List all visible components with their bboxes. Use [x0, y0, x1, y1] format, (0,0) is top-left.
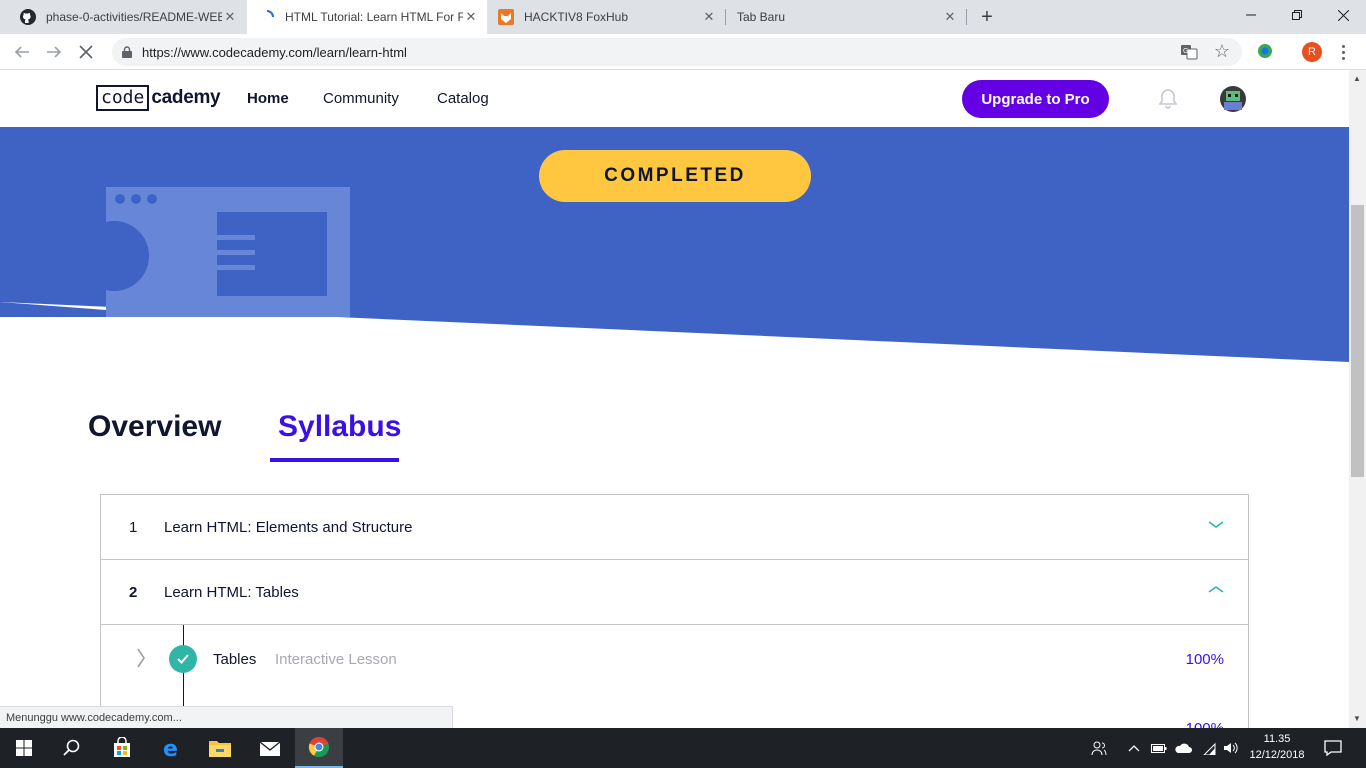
browser-tab-codecademy[interactable]: HTML Tutorial: Learn HTML For F ✕ — [247, 0, 487, 34]
window-close-button[interactable] — [1320, 0, 1366, 30]
github-icon — [20, 9, 36, 25]
tab-title: HACKTIV8 FoxHub — [524, 10, 629, 24]
chevron-up-icon[interactable] — [1126, 739, 1142, 757]
close-icon[interactable]: ✕ — [701, 9, 717, 25]
restore-button[interactable] — [1274, 0, 1320, 30]
taskbar-mail[interactable] — [246, 728, 294, 768]
tab-syllabus[interactable]: Syllabus — [278, 410, 401, 444]
chevron-down-icon[interactable] — [1207, 517, 1225, 531]
scrollbar-thumb[interactable] — [1351, 205, 1364, 477]
browser-tab-new[interactable]: Tab Baru ✕ — [726, 0, 966, 34]
volume-icon[interactable] — [1222, 739, 1240, 757]
taskbar-edge[interactable]: e — [148, 728, 196, 768]
search-button[interactable] — [48, 728, 96, 768]
unit-number: 2 — [129, 584, 138, 601]
logo-text: cademy — [151, 87, 221, 108]
close-icon[interactable]: ✕ — [942, 9, 958, 25]
logo-boxed-text: code — [96, 85, 150, 111]
tab-overview[interactable]: Overview — [88, 410, 221, 444]
folder-icon — [209, 741, 231, 757]
unit-title: Learn HTML: Elements and Structure — [164, 519, 413, 536]
wifi-icon[interactable] — [1199, 739, 1217, 757]
tab-separator — [966, 9, 967, 25]
fox-icon — [498, 9, 514, 25]
url-text[interactable]: https://www.codecademy.com/learn/learn-h… — [142, 45, 407, 60]
browser-tab-strip: phase-0-activities/README-WEE ✕ HTML Tut… — [0, 0, 1366, 34]
lock-icon[interactable] — [122, 45, 132, 58]
minimize-button[interactable] — [1228, 0, 1274, 30]
edge-browser-icon: e — [163, 737, 178, 759]
battery-icon[interactable] — [1150, 739, 1168, 757]
chevron-right-icon[interactable] — [135, 647, 147, 669]
stop-loading-button[interactable] — [74, 40, 98, 64]
search-icon — [63, 739, 80, 756]
browser-toolbar: https://www.codecademy.com/learn/learn-h… — [0, 34, 1366, 70]
unit-number: 1 — [129, 519, 138, 536]
unit-row[interactable]: 2 Learn HTML: Tables — [101, 560, 1248, 625]
notification-bell-icon[interactable] — [1158, 88, 1178, 110]
start-button[interactable] — [0, 728, 48, 768]
people-icon[interactable] — [1090, 739, 1108, 757]
scroll-up-arrow-icon[interactable]: ▲ — [1353, 74, 1361, 83]
course-completed-badge[interactable]: COMPLETED — [539, 150, 811, 202]
tab-title: phase-0-activities/README-WEE — [46, 10, 222, 24]
svg-text:e: e — [163, 737, 178, 759]
onedrive-cloud-icon[interactable] — [1173, 739, 1193, 757]
unit-title: Learn HTML: Tables — [164, 584, 299, 601]
browser-menu-icon[interactable] — [1336, 40, 1350, 64]
clock-date: 12/12/2018 — [1249, 749, 1305, 761]
store-icon — [114, 737, 130, 757]
lesson-progress: 100% — [1185, 651, 1224, 668]
page-scrollbar[interactable]: ▲ ▼ — [1349, 70, 1366, 728]
loading-spinner-icon — [259, 9, 275, 25]
close-icon[interactable]: ✕ — [463, 9, 479, 25]
clock-time: 11.35 — [1263, 733, 1291, 745]
lesson-type: Interactive Lesson — [275, 651, 397, 668]
lesson-title[interactable]: Tables — [213, 651, 256, 668]
lesson-progress: 100% — [1186, 720, 1224, 728]
chevron-up-icon[interactable] — [1207, 582, 1225, 596]
lesson-row[interactable]: Tables Interactive Lesson 100% — [101, 625, 1248, 695]
codecademy-logo[interactable]: code cademy — [96, 85, 221, 111]
nav-community[interactable]: Community — [323, 90, 399, 107]
browser-status-text: Menunggu www.codecademy.com... — [0, 706, 453, 728]
unit-row[interactable]: 1 Learn HTML: Elements and Structure — [101, 495, 1248, 560]
mail-icon — [259, 741, 281, 756]
profile-avatar[interactable]: R — [1302, 42, 1322, 62]
taskbar-store[interactable] — [98, 728, 146, 768]
address-bar[interactable]: https://www.codecademy.com/learn/learn-h… — [112, 38, 1242, 66]
translate-icon[interactable]: G — [1180, 43, 1198, 61]
completed-check-icon — [169, 645, 197, 673]
action-center-icon[interactable] — [1323, 739, 1343, 757]
taskbar-file-explorer[interactable] — [196, 728, 244, 768]
course-hero-banner: COMPLETED — [0, 127, 1349, 367]
forward-button[interactable] — [42, 40, 66, 64]
windows-logo-icon — [16, 740, 32, 756]
svg-text:G: G — [1183, 48, 1188, 55]
close-icon[interactable]: ✕ — [222, 9, 238, 25]
taskbar-clock[interactable]: 11.35 12/12/2018 — [1240, 731, 1314, 763]
new-tab-button[interactable]: + — [976, 6, 998, 28]
nav-catalog[interactable]: Catalog — [437, 90, 489, 107]
tab-title: Tab Baru — [737, 10, 786, 24]
browser-tab-github[interactable]: phase-0-activities/README-WEE ✕ — [0, 0, 246, 34]
scroll-down-arrow-icon[interactable]: ▼ — [1353, 714, 1361, 723]
browser-tab-foxhub[interactable]: HACKTIV8 FoxHub ✕ — [488, 0, 725, 34]
bookmark-star-icon[interactable]: ☆ — [1214, 41, 1230, 62]
nav-home[interactable]: Home — [247, 90, 289, 107]
extension-icon[interactable] — [1256, 42, 1274, 60]
active-tab-indicator — [270, 458, 399, 462]
user-avatar[interactable] — [1220, 86, 1246, 112]
taskbar-chrome[interactable] — [295, 728, 343, 768]
tab-title: HTML Tutorial: Learn HTML For F — [285, 10, 463, 24]
chrome-icon — [308, 737, 329, 758]
windows-taskbar: e 11.35 12/12/2018 — [0, 728, 1366, 768]
syllabus-list: 1 Learn HTML: Elements and Structure 2 L… — [100, 494, 1249, 728]
page-viewport: code cademy Home Community Catalog Upgra… — [0, 70, 1349, 728]
back-button[interactable] — [10, 40, 34, 64]
upgrade-to-pro-button[interactable]: Upgrade to Pro — [962, 80, 1109, 118]
site-header: code cademy Home Community Catalog Upgra… — [0, 70, 1349, 127]
